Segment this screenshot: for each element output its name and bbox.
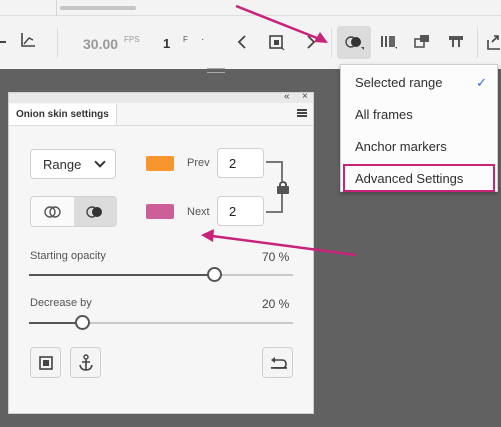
onion-frames-icon[interactable]	[380, 35, 398, 51]
next-frames-field[interactable]: 2	[217, 196, 264, 226]
stop-icon	[39, 356, 53, 375]
anchor-button[interactable]	[70, 347, 101, 378]
anchor-icon	[78, 354, 94, 377]
chevron-down-icon	[94, 156, 106, 168]
onion-skin-icon	[345, 36, 365, 52]
prev-frames-field[interactable]: 2	[217, 148, 264, 178]
menu-item-anchor-markers[interactable]: Anchor markers	[343, 132, 495, 160]
close-icon[interactable]: ×	[302, 91, 308, 102]
range-mode-select[interactable]: Range	[30, 149, 116, 179]
prev-frame-icon[interactable]	[237, 35, 247, 51]
stop-icon[interactable]	[269, 35, 285, 53]
timeline-toolbar: 30.00 FPS 1 F ·	[0, 0, 501, 69]
scrollbar-divider	[56, 0, 57, 16]
panel-resize-grip[interactable]	[207, 68, 225, 73]
menu-item-all-frames[interactable]: All frames	[343, 100, 495, 128]
collapse-icon[interactable]: «	[284, 91, 290, 102]
panel-divider	[9, 125, 313, 126]
frame-unit: F	[183, 35, 188, 44]
filled-mode-button[interactable]	[74, 197, 117, 226]
onion-outline-icon[interactable]	[414, 34, 432, 52]
menu-item-label: Selected range	[355, 75, 443, 90]
fps-unit: FPS	[124, 35, 140, 44]
onion-skin-button[interactable]	[337, 26, 371, 59]
onion-skin-dropdown-menu: Selected range ✓ All frames Anchor marke…	[340, 64, 498, 192]
panel-tab[interactable]: Onion skin settings	[9, 104, 117, 125]
toolbar-divider	[57, 28, 58, 58]
outline-mode-icon[interactable]	[44, 205, 62, 223]
slider-thumb[interactable]	[206, 267, 222, 282]
fps-value[interactable]: 30.00	[83, 36, 118, 52]
prev-color-swatch[interactable]	[146, 156, 174, 171]
toolbar-divider	[477, 28, 478, 58]
reset-icon	[270, 356, 288, 375]
stop-button[interactable]	[30, 347, 61, 378]
filled-mode-icon	[86, 205, 104, 223]
current-frame-value[interactable]: 1	[163, 36, 170, 51]
lock-icon[interactable]	[277, 181, 289, 194]
frame-suffix: ·	[201, 34, 205, 45]
starting-opacity-label: Starting opacity	[30, 250, 106, 262]
slider-fill	[29, 274, 214, 276]
scrollbar-thumb[interactable]	[60, 6, 136, 10]
panel-menu-icon[interactable]	[297, 109, 307, 117]
next-frame-icon[interactable]	[306, 35, 316, 51]
onion-display-toggle	[30, 196, 117, 227]
panel-title-bar: « ×	[9, 91, 313, 103]
onion-skin-settings-panel: « × Onion skin settings Range Prev 2 Nex…	[8, 91, 314, 414]
starting-opacity-value: 70 %	[262, 250, 290, 264]
slider-fill	[29, 322, 82, 324]
timeline-scrollbar[interactable]	[0, 0, 501, 16]
menu-item-label: All frames	[355, 107, 413, 122]
decrease-by-value: 20 %	[262, 297, 290, 311]
insert-frame-icon[interactable]	[487, 34, 501, 52]
onion-markers-icon[interactable]	[448, 35, 464, 51]
decrease-by-label: Decrease by	[30, 297, 92, 309]
toolbar-divider	[331, 28, 332, 58]
menu-item-advanced-settings[interactable]: Advanced Settings	[343, 164, 495, 192]
checkmark-icon: ✓	[476, 75, 487, 90]
dash-icon[interactable]	[0, 35, 6, 47]
decrease-by-slider[interactable]	[29, 315, 293, 330]
next-label: Next	[187, 206, 210, 218]
next-color-swatch[interactable]	[146, 204, 174, 219]
menu-item-label: Advanced Settings	[355, 171, 464, 186]
menu-item-selected-range[interactable]: Selected range ✓	[343, 68, 495, 96]
reset-button[interactable]	[262, 347, 293, 378]
range-mode-value: Range	[43, 157, 82, 172]
graph-icon[interactable]	[20, 32, 36, 50]
prev-label: Prev	[187, 157, 210, 169]
starting-opacity-slider[interactable]	[29, 267, 293, 282]
slider-thumb[interactable]	[74, 315, 90, 330]
menu-item-label: Anchor markers	[355, 139, 447, 154]
